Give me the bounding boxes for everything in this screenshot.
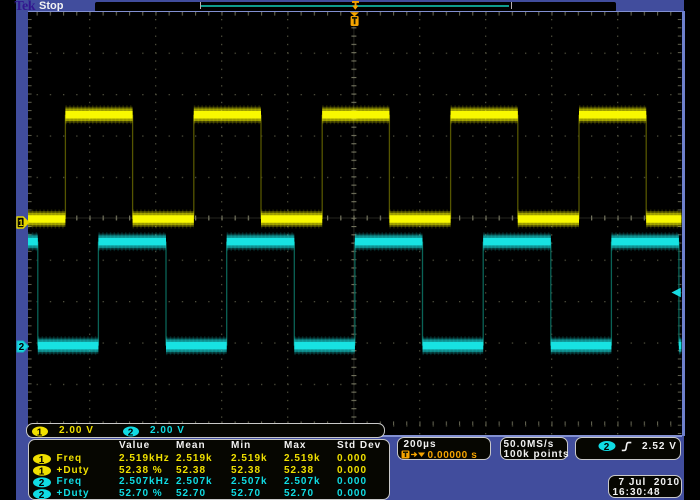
svg-text:1: 1 (37, 427, 44, 437)
svg-text:1: 1 (39, 455, 46, 466)
svg-text:2: 2 (19, 342, 25, 353)
svg-text:2: 2 (39, 490, 46, 499)
svg-text:2: 2 (128, 427, 135, 437)
svg-text:1: 1 (39, 467, 46, 478)
svg-text:2: 2 (603, 441, 610, 451)
svg-text:1: 1 (18, 218, 24, 229)
svg-text:2: 2 (39, 479, 46, 490)
